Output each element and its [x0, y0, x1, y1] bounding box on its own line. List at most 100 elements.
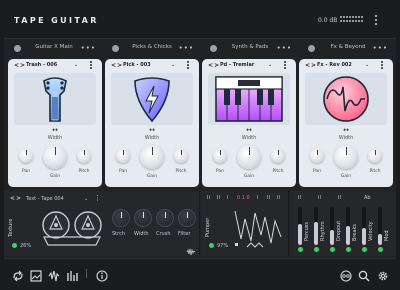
- next-preset-button[interactable]: >: [214, 62, 219, 69]
- prev-preset-button[interactable]: <: [14, 62, 19, 69]
- card-menu-button[interactable]: [284, 61, 287, 70]
- eq-bars-icon[interactable]: [66, 267, 78, 281]
- rhythm-power-indicator[interactable]: [314, 247, 319, 252]
- preset-name[interactable]: Trash - 006: [26, 62, 57, 68]
- slot-more-button[interactable]: •••: [179, 45, 194, 52]
- gain-knob[interactable]: [43, 145, 67, 169]
- velocity-power-indicator[interactable]: [362, 247, 367, 252]
- slot-power-dot[interactable]: [14, 45, 21, 52]
- pan-knob[interactable]: [116, 149, 130, 163]
- pitch-label: Pitch: [78, 169, 90, 174]
- mod-slider[interactable]: [378, 207, 382, 245]
- texture-menu-button[interactable]: ⋮: [94, 194, 102, 202]
- slot-power-dot[interactable]: [210, 45, 217, 52]
- prev-preset-button[interactable]: <: [305, 62, 310, 69]
- main-menu-button[interactable]: [374, 15, 378, 27]
- settings-icon[interactable]: [377, 267, 389, 281]
- synth-keyboard-icon[interactable]: [208, 73, 290, 125]
- breaks-slider[interactable]: [346, 207, 350, 245]
- mod-key-label[interactable]: Ab: [364, 195, 371, 201]
- slot-power-dot[interactable]: [308, 45, 315, 52]
- percuss-slider[interactable]: [298, 207, 302, 245]
- pitch-knob[interactable]: [271, 149, 285, 163]
- mod-power-indicator[interactable]: [378, 247, 383, 252]
- card-header: < > Pd - Tremlar ⌄: [202, 59, 296, 71]
- width-label: Width: [144, 135, 160, 141]
- preset-name[interactable]: Pick - 003: [123, 62, 151, 68]
- texture-prev-button[interactable]: <: [10, 195, 15, 202]
- pitch-knob[interactable]: [368, 149, 382, 163]
- slot-more-button[interactable]: •••: [277, 45, 292, 52]
- preset-dropdown-icon[interactable]: ⌄: [365, 62, 369, 68]
- pan-knob[interactable]: [213, 149, 227, 163]
- width-knob[interactable]: [134, 209, 152, 227]
- pumper-transport-5[interactable]: II: [267, 195, 270, 201]
- slot-tab-1[interactable]: Guitar X Main •••: [6, 41, 102, 56]
- dropout-slider[interactable]: [330, 207, 334, 245]
- pack-icon[interactable]: [340, 267, 352, 282]
- texture-next-button[interactable]: >: [16, 195, 21, 202]
- rhythm-slider[interactable]: [314, 207, 318, 245]
- crush-knob[interactable]: [156, 209, 174, 227]
- waveform-icon[interactable]: [48, 267, 60, 282]
- next-preset-button[interactable]: >: [20, 62, 25, 69]
- pick-icon[interactable]: [111, 73, 193, 125]
- card-menu-button[interactable]: [381, 61, 384, 70]
- prev-preset-button[interactable]: <: [208, 62, 213, 69]
- output-level-readout: 0.0 dB: [318, 17, 338, 24]
- info-icon[interactable]: [96, 267, 108, 282]
- mod-transport-3[interactable]: II: [338, 195, 341, 201]
- slot-tab-2[interactable]: Picks & Chicks •••: [104, 41, 200, 56]
- gain-knob[interactable]: [140, 145, 164, 169]
- pan-knob[interactable]: [310, 149, 324, 163]
- output-meter: [340, 16, 364, 25]
- pitch-knob[interactable]: [77, 149, 91, 163]
- pumper-pattern-indicator[interactable]: 0 1 0: [237, 195, 250, 201]
- slot-tab-4[interactable]: Fx & Beyond •••: [300, 41, 394, 56]
- preset-dropdown-icon[interactable]: ⌄: [268, 62, 272, 68]
- next-preset-button[interactable]: >: [311, 62, 316, 69]
- search-icon[interactable]: [358, 267, 370, 282]
- image-icon[interactable]: [30, 267, 42, 282]
- guitar-icon[interactable]: [14, 73, 96, 125]
- pumper-power-indicator[interactable]: [209, 243, 214, 248]
- prev-preset-button[interactable]: <: [111, 62, 116, 69]
- stretch-knob[interactable]: [112, 209, 130, 227]
- texture-preset-dropdown-icon[interactable]: ⌄: [84, 196, 88, 202]
- pumper-transport-3[interactable]: I: [227, 195, 228, 201]
- slot-more-button[interactable]: •••: [373, 45, 388, 52]
- velocity-slider[interactable]: [362, 207, 366, 245]
- pumper-envelope-display[interactable]: [233, 205, 285, 249]
- texture-preset-name[interactable]: Text - Tape 004: [26, 196, 64, 202]
- slot-tab-3[interactable]: Synth & Pads •••: [202, 41, 298, 56]
- preset-dropdown-icon[interactable]: ⌄: [171, 62, 175, 68]
- pumper-transport-1[interactable]: II: [207, 195, 210, 201]
- card-header: < > Fx - Rev 002 ⌄: [299, 59, 393, 71]
- mod-transport-1[interactable]: II: [298, 195, 301, 201]
- pumper-transport-4[interactable]: I: [257, 195, 258, 201]
- card-menu-button[interactable]: [90, 61, 93, 70]
- loop-icon[interactable]: [12, 267, 24, 282]
- pitch-knob[interactable]: [174, 149, 188, 163]
- preset-name[interactable]: Pd - Tremlar: [220, 62, 254, 68]
- dropout-power-indicator[interactable]: [330, 247, 335, 252]
- pan-knob[interactable]: [19, 149, 33, 163]
- pumper-transport-6[interactable]: II: [277, 195, 280, 201]
- next-preset-button[interactable]: >: [117, 62, 122, 69]
- mod-transport-2[interactable]: II: [318, 195, 321, 201]
- slot-more-button[interactable]: •••: [81, 45, 96, 52]
- pumper-transport-2[interactable]: II: [217, 195, 220, 201]
- breaks-power-indicator[interactable]: [346, 247, 351, 252]
- wave-circle-icon[interactable]: [305, 73, 387, 125]
- preset-dropdown-icon[interactable]: ⌄: [74, 62, 78, 68]
- filter-knob[interactable]: [178, 209, 196, 227]
- card-menu-button[interactable]: [187, 61, 190, 70]
- preset-name[interactable]: Fx - Rev 002: [317, 62, 352, 68]
- gain-knob[interactable]: [237, 145, 261, 169]
- filter-label: Filter: [178, 231, 191, 237]
- slot-power-dot[interactable]: [112, 45, 119, 52]
- texture-power-indicator[interactable]: [12, 243, 17, 248]
- pan-label: Pan: [215, 169, 225, 174]
- gain-knob[interactable]: [334, 145, 358, 169]
- percuss-power-indicator[interactable]: [298, 247, 303, 252]
